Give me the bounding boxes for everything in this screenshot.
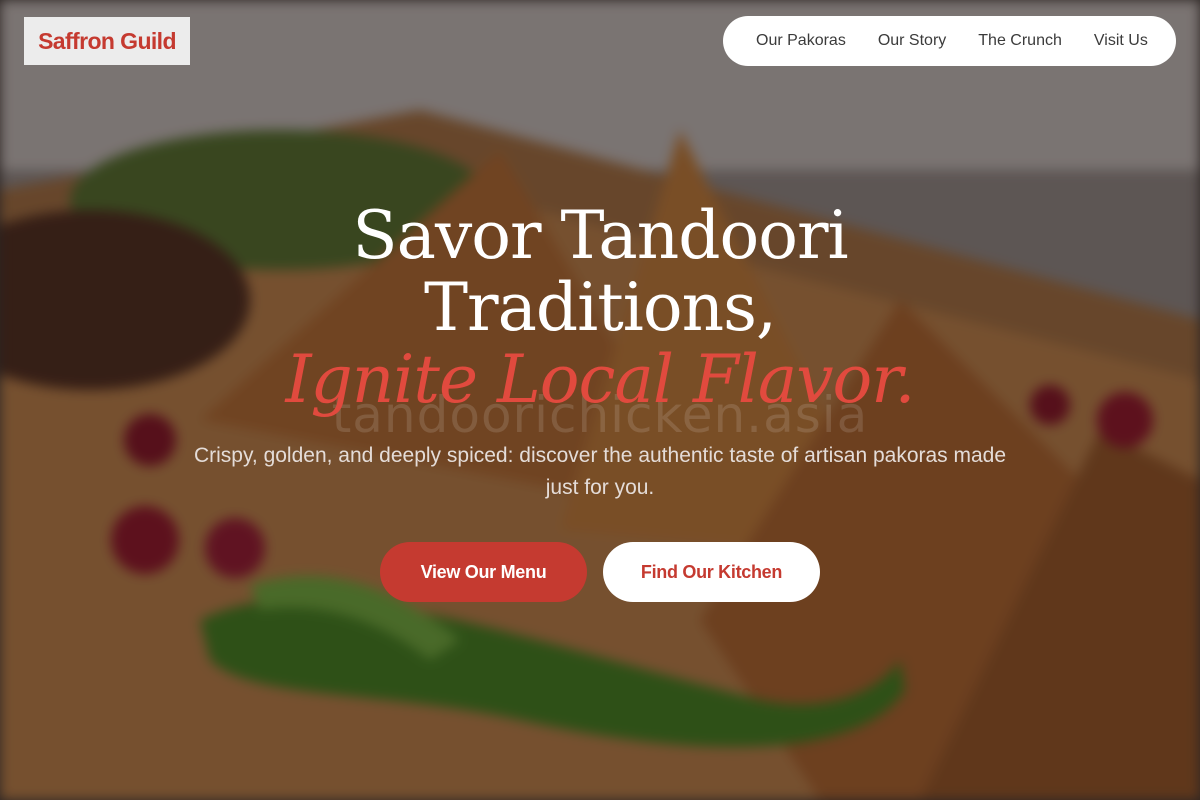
nav-item-the-crunch[interactable]: The Crunch	[978, 32, 1062, 50]
main-nav: Our Pakoras Our Story The Crunch Visit U…	[723, 16, 1176, 66]
hero-headline-accent: Ignite Local Flavor.	[285, 341, 915, 418]
find-kitchen-button[interactable]: Find Our Kitchen	[603, 542, 820, 602]
hero-headline-line2: Traditions,	[424, 269, 777, 346]
brand-logo[interactable]: Saffron Guild	[24, 17, 190, 65]
view-menu-button[interactable]: View Our Menu	[380, 542, 587, 602]
hero-headline-line1: Savor Tandoori	[352, 197, 848, 274]
hero-subtext: Crispy, golden, and deeply spiced: disco…	[193, 444, 1007, 499]
nav-item-our-pakoras[interactable]: Our Pakoras	[756, 32, 846, 50]
nav-item-our-story[interactable]: Our Story	[878, 32, 946, 50]
hero-headline: Savor Tandoori Traditions, Ignite Local …	[0, 200, 1200, 416]
nav-item-visit-us[interactable]: Visit Us	[1094, 32, 1148, 50]
